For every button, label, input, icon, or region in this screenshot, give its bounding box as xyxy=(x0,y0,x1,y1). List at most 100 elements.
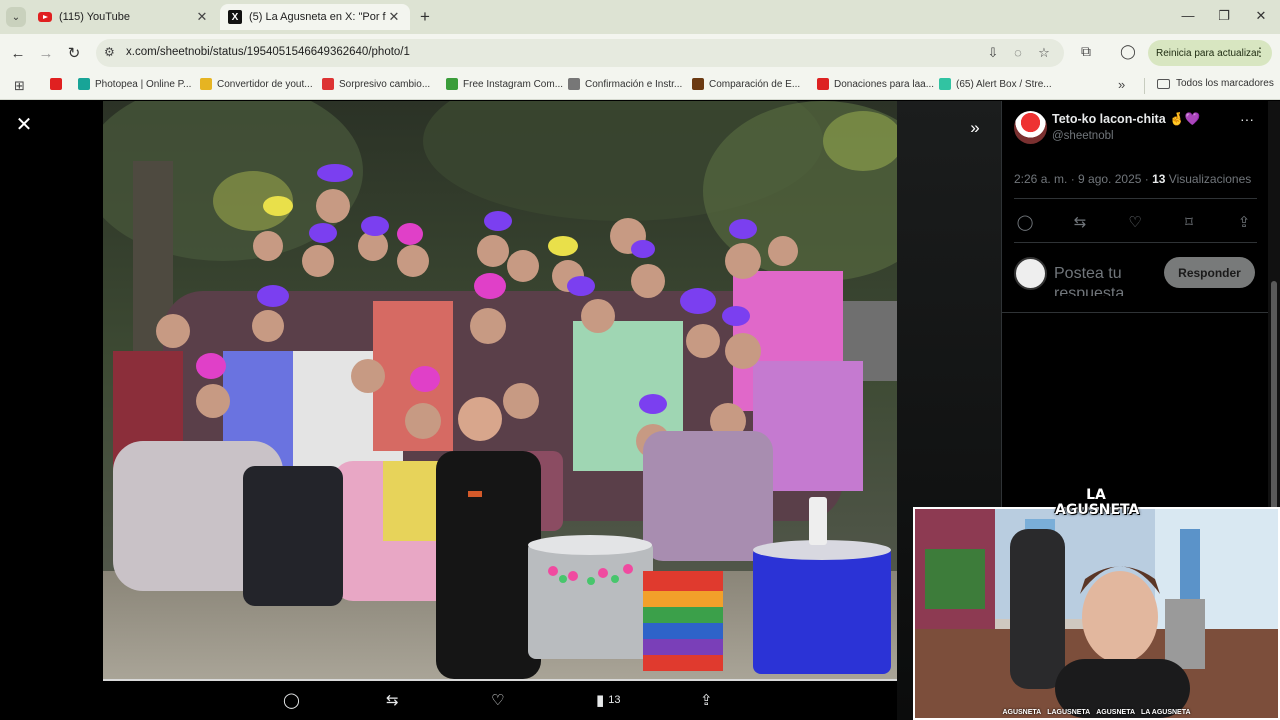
reply-icon[interactable]: ◯ xyxy=(1014,213,1036,231)
profile-icon[interactable]: ◯ xyxy=(1118,43,1138,60)
reply-input[interactable]: Postea tu respuesta xyxy=(1054,264,1154,296)
display-name[interactable]: Teto-ko lacon-chita 🤞💜 xyxy=(1052,112,1200,127)
update-button[interactable]: Reinicia para actualizar ⋮ xyxy=(1148,40,1272,66)
wave-icon xyxy=(446,78,458,90)
display-name-text: Teto-ko lacon-chita xyxy=(1052,112,1166,126)
divider xyxy=(1144,78,1145,94)
back-button[interactable]: ← xyxy=(8,43,28,63)
photopea-icon xyxy=(78,78,90,90)
close-photo-icon[interactable]: ✕ xyxy=(14,115,34,135)
photo-action-bar: ◯ ⇆ ♡ ▮ 13 ⇪ xyxy=(103,683,897,720)
agusneta-logo: LA AGUSNETA xyxy=(1055,476,1140,538)
bookmark-item[interactable]: Sorpresivo cambio... xyxy=(322,78,430,90)
tweet-meta: 2:26 a. m. · 9 ago. 2025 · 13 Visualizac… xyxy=(1014,172,1251,186)
url-text: x.com/sheetnobi/status/19540515466493626… xyxy=(126,46,410,58)
share-button[interactable]: ⇪ xyxy=(700,691,713,709)
install-app-icon[interactable]: ⇩ xyxy=(985,45,1001,61)
all-bookmarks-label: Todos los marcadores xyxy=(1176,78,1274,89)
tweet-timestamp[interactable]: 2:26 a. m. · 9 ago. 2025 · xyxy=(1014,172,1152,186)
c-icon xyxy=(817,78,829,90)
close-icon[interactable]: ✕ xyxy=(386,9,402,25)
social-handles: AGUSNETA LAGUSNETA AGUSNETA LA AGUSNETA xyxy=(915,709,1278,716)
logo-text: LA AGUSNETA xyxy=(1055,487,1140,518)
reload-button[interactable]: ↻ xyxy=(64,43,84,63)
browser-toolbar: ← → ↻ ⚙ x.com/sheetnobi/status/195405154… xyxy=(0,34,1280,72)
all-bookmarks-button[interactable]: Todos los marcadores xyxy=(1157,78,1274,89)
logo-line-2: AGUSNETA xyxy=(1055,502,1140,518)
webcam-image xyxy=(915,509,1278,718)
youtube-icon xyxy=(38,10,52,24)
link-icon xyxy=(568,78,580,90)
youtube-icon xyxy=(50,78,62,90)
bookmark-label: Photopea | Online P... xyxy=(95,78,192,90)
bookmark-item[interactable]: Convertidor de yout... xyxy=(200,78,313,90)
update-button-label: Reinicia para actualizar xyxy=(1156,47,1260,59)
divider xyxy=(1002,312,1269,313)
tweet-views-count: 13 xyxy=(1152,172,1166,186)
bookmark-item[interactable]: Free Instagram Com... xyxy=(446,78,563,90)
tab-title: (5) La Agusneta en X: "Por fin p xyxy=(249,11,386,23)
more-options-icon[interactable]: ··· xyxy=(1240,111,1254,127)
x-handle: LAGUSNETA xyxy=(1047,709,1091,716)
collapse-panel-icon[interactable]: » xyxy=(962,115,988,141)
views-button[interactable]: ▮ 13 xyxy=(596,691,621,709)
new-tab-button[interactable]: + xyxy=(414,6,436,28)
more-bookmarks-icon[interactable]: » xyxy=(1118,77,1125,92)
user-handle[interactable]: @sheetnobl xyxy=(1052,130,1114,142)
share-icon: ⇪ xyxy=(700,692,713,709)
repost-icon[interactable]: ⇆ xyxy=(1069,213,1091,231)
name-emojis: 🤞💜 xyxy=(1169,112,1201,126)
views-count: 13 xyxy=(608,694,621,706)
tab-title: (115) YouTube xyxy=(59,11,130,23)
bookmark-item[interactable] xyxy=(50,78,67,90)
share-icon[interactable]: ⇪ xyxy=(1233,213,1255,231)
folder-icon xyxy=(200,78,212,90)
repost-icon: ⇆ xyxy=(386,692,399,709)
window-close-button[interactable]: ✕ xyxy=(1251,8,1271,24)
address-bar[interactable]: ⚙ x.com/sheetnobi/status/195405154664936… xyxy=(96,39,1064,67)
bookmark-label: Free Instagram Com... xyxy=(463,78,564,90)
restore-button[interactable]: ❐ xyxy=(1214,8,1234,24)
my-avatar xyxy=(1014,257,1047,290)
apps-grid-icon[interactable]: ⊞ xyxy=(14,78,25,94)
photo-progress-line xyxy=(103,679,897,681)
heart-icon[interactable]: ♡ xyxy=(1124,213,1146,231)
post-photo[interactable] xyxy=(103,101,897,679)
bookmark-icon[interactable]: ⌑ xyxy=(1178,213,1200,231)
bookmark-item[interactable]: Donaciones para laa... xyxy=(817,78,934,90)
avatar[interactable] xyxy=(1014,111,1047,144)
forward-button[interactable]: → xyxy=(36,43,56,63)
x-icon: X xyxy=(228,10,242,24)
extensions-icon[interactable]: ⧉ xyxy=(1076,43,1096,60)
eye-off-icon[interactable]: ◌ xyxy=(1010,45,1026,60)
reply-submit-button[interactable]: Responder xyxy=(1164,257,1255,288)
repost-button[interactable]: ⇆ xyxy=(386,691,399,709)
menu-icon[interactable]: ⋮ xyxy=(1254,45,1266,59)
tab-search-button[interactable]: ⌄ xyxy=(6,7,26,27)
bookmark-label: Confirmación e Instr... xyxy=(585,78,683,90)
site-info-icon[interactable]: ⚙ xyxy=(104,45,115,59)
bookmark-item[interactable]: Photopea | Online P... xyxy=(78,78,191,90)
bookmark-item[interactable]: (65) Alert Box / Stre... xyxy=(939,78,1052,90)
tab-youtube[interactable]: (115) YouTube ✕ xyxy=(30,4,218,30)
bookmark-label: Donaciones para laa... xyxy=(834,78,935,90)
bookmark-item[interactable]: Confirmación e Instr... xyxy=(568,78,682,90)
youtube-handle: LA AGUSNETA xyxy=(1141,709,1191,716)
bar-chart-icon: ▮ xyxy=(596,692,605,709)
minimize-button[interactable]: — xyxy=(1178,8,1198,23)
chevron-down-icon: ⌄ xyxy=(11,11,21,23)
reply-button[interactable]: ◯ xyxy=(283,691,300,709)
folder-icon xyxy=(1157,78,1170,89)
bookmark-star-icon[interactable]: ☆ xyxy=(1036,45,1052,61)
bookmark-label: (65) Alert Box / Stre... xyxy=(956,78,1052,90)
logo-line-1: LA xyxy=(1086,487,1106,503)
like-button[interactable]: ♡ xyxy=(491,691,504,709)
bookmark-label: Comparación de E... xyxy=(709,78,801,90)
webcam-overlay: AGUSNETA LAGUSNETA AGUSNETA LA AGUSNETA xyxy=(913,507,1280,720)
close-icon[interactable]: ✕ xyxy=(194,9,210,25)
instagram-handle: AGUSNETA xyxy=(1002,709,1042,716)
tab-x-post[interactable]: X (5) La Agusneta en X: "Por fin p ✕ xyxy=(220,4,410,30)
news-icon xyxy=(322,78,334,90)
bookmark-item[interactable]: Comparación de E... xyxy=(692,78,800,90)
bookmark-label: Convertidor de yout... xyxy=(217,78,313,90)
